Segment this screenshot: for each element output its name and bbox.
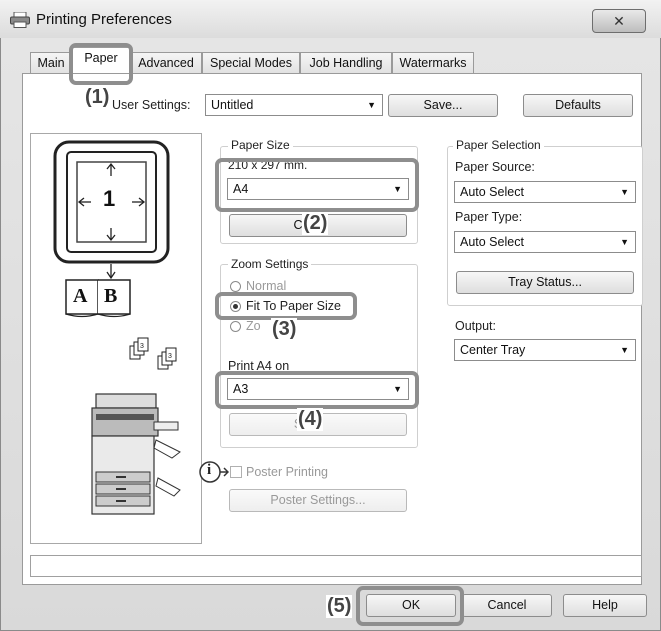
window-title: Printing Preferences xyxy=(36,11,172,28)
zoom-radio[interactable] xyxy=(230,321,241,332)
tab-main[interactable]: Main xyxy=(30,52,72,73)
close-button[interactable]: ✕ xyxy=(592,9,646,33)
paper-type-select[interactable]: Auto Select ▼ xyxy=(454,231,636,253)
paper-source-value: Auto Select xyxy=(460,185,524,199)
zoom-label: Zo xyxy=(246,319,261,333)
info-icon xyxy=(199,460,230,484)
user-settings-value: Untitled xyxy=(211,98,254,112)
paper-source-select[interactable]: Auto Select ▼ xyxy=(454,181,636,203)
chevron-down-icon: ▼ xyxy=(620,345,629,355)
callout-frame-print-on xyxy=(215,371,419,409)
defaults-button[interactable]: Defaults xyxy=(523,94,633,117)
normal-label: Normal xyxy=(246,279,287,293)
output-label: Output: xyxy=(455,319,496,333)
svg-text:3: 3 xyxy=(168,353,172,360)
callout-frame-paper-tab xyxy=(69,43,133,85)
paper-size-title: Paper Size xyxy=(228,138,293,152)
callout-5: (5) xyxy=(326,595,353,618)
tab-job-handling[interactable]: Job Handling xyxy=(300,52,392,73)
poster-printing-checkbox[interactable] xyxy=(230,466,242,478)
help-button[interactable]: Help xyxy=(563,594,647,617)
save-button[interactable]: Save... xyxy=(388,94,498,117)
callout-frame-paper-size xyxy=(215,158,419,212)
user-settings-label: User Settings: xyxy=(112,98,191,112)
paper-selection-title: Paper Selection xyxy=(453,138,544,152)
normal-radio[interactable] xyxy=(230,281,241,292)
document-stack-icon: 33 xyxy=(128,332,188,374)
svg-text:3: 3 xyxy=(140,343,144,350)
printer-icon xyxy=(10,11,30,28)
callout-3: (3) xyxy=(271,318,298,341)
chevron-down-icon: ▼ xyxy=(620,237,629,247)
chevron-down-icon: ▼ xyxy=(367,100,376,110)
book-right-letter: B xyxy=(104,285,118,307)
callout-2: (2) xyxy=(302,212,329,235)
tab-watermarks[interactable]: Watermarks xyxy=(392,52,474,73)
callout-1: (1) xyxy=(84,86,111,109)
output-select[interactable]: Center Tray ▼ xyxy=(454,339,636,361)
tray-status-button[interactable]: Tray Status... xyxy=(456,271,634,294)
copier-machine-icon xyxy=(88,392,184,518)
poster-printing-label: Poster Printing xyxy=(246,465,328,479)
callout-4: (4) xyxy=(297,408,324,431)
paper-type-label: Paper Type: xyxy=(455,210,523,224)
cancel-button[interactable]: Cancel xyxy=(462,594,552,617)
paper-source-label: Paper Source: xyxy=(455,160,535,174)
info-letter: i xyxy=(207,462,212,478)
tab-advanced[interactable]: Advanced xyxy=(130,52,202,73)
page-number: 1 xyxy=(103,186,116,211)
poster-settings-button[interactable]: Poster Settings... xyxy=(229,489,407,512)
output-value: Center Tray xyxy=(460,343,526,357)
callout-frame-fit-to-paper xyxy=(215,292,357,320)
tab-special-modes[interactable]: Special Modes xyxy=(202,52,300,73)
zoom-settings-title: Zoom Settings xyxy=(228,257,312,271)
paper-type-value: Auto Select xyxy=(460,235,524,249)
info-strip xyxy=(30,555,642,577)
chevron-down-icon: ▼ xyxy=(620,187,629,197)
callout-frame-ok xyxy=(356,586,464,626)
user-settings-select[interactable]: Untitled ▼ xyxy=(205,94,383,116)
book-left-letter: A xyxy=(73,285,88,307)
